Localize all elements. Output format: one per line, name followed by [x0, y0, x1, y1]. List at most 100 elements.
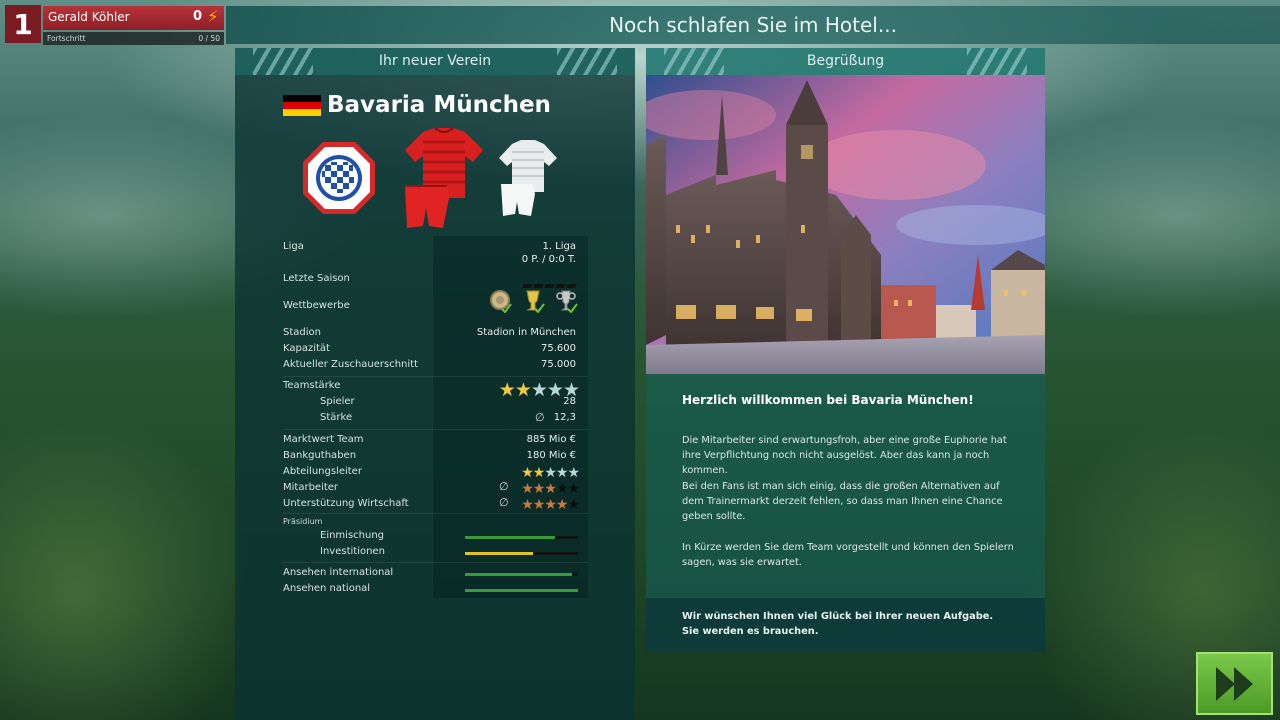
cup-trophy-icon [523, 289, 545, 314]
header-stripes-right [557, 48, 617, 75]
separator [283, 562, 588, 563]
last-season-form-bars [521, 284, 577, 288]
value-marktwert: 885 Mio € [526, 434, 576, 445]
average-icon: ∅ [535, 411, 545, 424]
star-empty-icon: ★ [544, 465, 557, 481]
row-stadion: Stadion Stadion in München [283, 327, 588, 341]
welcome-panel-header: Begrüßung [646, 48, 1045, 75]
row-marktwert: Marktwert Team 885 Mio € [283, 434, 588, 448]
einmischung-bar [465, 536, 578, 539]
city-hall-photo [646, 75, 1045, 374]
ansehen-national-bar [465, 589, 578, 592]
row-mitarbeiter: Mitarbeiter ∅ ★★★★★ [283, 480, 588, 497]
label-kapazitaet: Kapazität [283, 343, 330, 354]
champions-trophy-icon [556, 289, 578, 314]
value-kapazitaet: 75.600 [541, 343, 576, 354]
manager-level: 1 [5, 5, 41, 43]
club-name: Bavaria München [327, 92, 551, 118]
banner-title: Noch schlafen Sie im Hotel... [609, 13, 897, 37]
mitarbeiter-stars: ★★★★★ [521, 481, 580, 497]
manager-name-bar: Gerald Köhler 0 ⚡ [43, 6, 224, 30]
row-wettbewerbe: Wettbewerbe [283, 290, 588, 314]
welcome-footer-text: Wir wünschen Ihnen viel Glück bei Ihrer … [682, 611, 994, 637]
separator [283, 513, 588, 514]
continue-button[interactable] [1196, 652, 1273, 715]
progress-bar: Fortschritt 0 / 50 [43, 32, 224, 45]
label-spieler: Spieler [320, 396, 355, 407]
league-trophy-icon [490, 289, 512, 314]
star-filled-icon: ★ [555, 497, 569, 513]
star-filled-icon: ★ [532, 465, 546, 481]
header-stripes-right [967, 48, 1027, 75]
label-praesidium: Präsidium [283, 517, 323, 526]
background-grass [0, 300, 1280, 720]
club-panel-title: Ihr neuer Verein [378, 53, 492, 69]
average-icon: ∅ [499, 496, 509, 509]
label-wirtschaft: Unterstützung Wirtschaft [283, 498, 409, 509]
away-kit-icon [499, 140, 557, 216]
row-wirtschaft: Unterstützung Wirtschaft ∅ ★★★★★ [283, 496, 588, 513]
star-filled-icon: ★ [544, 497, 557, 513]
row-teamstaerke: Teamstärke ★★★★★ [283, 379, 588, 401]
welcome-paragraph: In Kürze werden Sie dem Team vorgestellt… [682, 542, 1014, 568]
header-stripes-left [664, 48, 724, 75]
lightning-icon: ⚡ [207, 7, 219, 26]
row-abteilungsleiter: Abteilungsleiter ★★★★★ [283, 465, 588, 481]
label-einmischung: Einmischung [320, 530, 385, 541]
manager-profile[interactable]: 1 Gerald Köhler 0 ⚡ Fortschritt 0 / 50 [5, 5, 224, 45]
label-stadion: Stadion [283, 327, 321, 338]
header-stripes-left [253, 48, 313, 75]
separator [283, 429, 588, 430]
star-empty-icon: ★ [555, 481, 569, 497]
value-stadion: Stadion in München [476, 327, 576, 338]
label-bankguthaben: Bankguthaben [283, 450, 357, 461]
welcome-paragraph: Die Mitarbeiter sind erwartungsfroh, abe… [682, 435, 1007, 476]
label-zuschauerschnitt: Aktueller Zuschauerschnitt [283, 359, 419, 370]
welcome-footer: Wir wünschen Ihnen viel Glück bei Ihrer … [646, 598, 1045, 652]
value-spieler: 28 [563, 396, 576, 407]
label-letzte-saison: Letzte Saison [283, 273, 350, 284]
club-title: Bavaria München [283, 92, 551, 118]
welcome-paragraph: Bei den Fans ist man sich einig, dass di… [682, 481, 1003, 522]
value-liga: 1. Liga [542, 241, 576, 252]
star-filled-icon: ★ [532, 497, 546, 513]
ansehen-national-bar-fill [465, 589, 578, 592]
ansehen-international-bar [465, 573, 578, 576]
star-empty-icon: ★ [567, 465, 580, 481]
star-filled-icon: ★ [521, 481, 534, 497]
abteilungsleiter-stars: ★★★★★ [521, 465, 580, 481]
label-teamstaerke: Teamstärke [283, 380, 341, 391]
star-filled-icon: ★ [532, 481, 546, 497]
label-marktwert: Marktwert Team [283, 434, 364, 445]
row-staerke: Stärke ∅ 12,3 [283, 411, 588, 426]
row-ansehen-international: Ansehen international [283, 567, 588, 581]
club-crest-icon [303, 142, 375, 214]
double-chevron-right-icon [1215, 666, 1253, 701]
progress-value: 0 / 50 [198, 34, 220, 43]
label-staerke: Stärke [320, 412, 353, 423]
row-ansehen-national: Ansehen national [283, 583, 588, 597]
wirtschaft-stars: ★★★★★ [521, 497, 580, 513]
manager-name: Gerald Köhler [48, 10, 130, 24]
row-bankguthaben: Bankguthaben 180 Mio € [283, 450, 588, 464]
star-filled-icon: ★ [544, 481, 557, 497]
title-banner: Noch schlafen Sie im Hotel... [226, 6, 1280, 44]
star-empty-icon: ★ [567, 497, 580, 513]
star-empty-icon: ★ [555, 465, 569, 481]
row-kapazitaet: Kapazität 75.600 [283, 343, 588, 357]
germany-flag-icon [283, 94, 321, 116]
star-empty-icon: ★ [567, 481, 580, 497]
row-investitionen: Investitionen [283, 546, 588, 560]
investitionen-bar [465, 552, 578, 555]
label-wettbewerbe: Wettbewerbe [283, 300, 350, 311]
label-abteilungsleiter: Abteilungsleiter [283, 466, 362, 477]
value-zuschauerschnitt: 75.000 [541, 359, 576, 370]
club-panel-header: Ihr neuer Verein [235, 48, 635, 75]
star-filled-icon: ★ [521, 497, 534, 513]
label-ansehen-national: Ansehen national [283, 583, 371, 594]
investitionen-bar-fill [465, 552, 533, 555]
welcome-panel: Begrüßung Herzlich willkommen bei Bavari… [646, 48, 1045, 652]
home-kit-icon [405, 128, 483, 228]
competition-icons [479, 289, 578, 314]
label-investitionen: Investitionen [320, 546, 385, 557]
